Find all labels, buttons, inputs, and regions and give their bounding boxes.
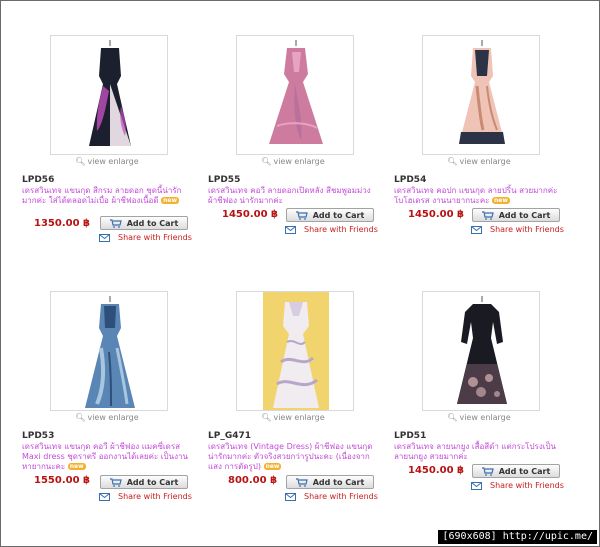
product-code: LP_G471 [208, 431, 252, 441]
cart-icon [481, 210, 494, 220]
view-enlarge-label: view enlarge [87, 413, 139, 422]
page-frame: 🔍︎ view enlarge LPD56 เดรสวินเทจ แขนกุด ส… [0, 0, 600, 547]
share-label: Share with Friends [304, 492, 378, 501]
cart-icon [481, 466, 494, 476]
add-to-cart-label: Add to Cart [312, 210, 365, 220]
product-title-link[interactable]: เดรสวินเทจ แขนกุด สีกรม ลายดอก ชุดนี้น่า… [22, 186, 194, 206]
product-code: LPD54 [394, 175, 427, 185]
view-enlarge-label: view enlarge [87, 157, 139, 166]
add-to-cart-button[interactable]: Add to Cart [100, 216, 188, 230]
share-label: Share with Friends [490, 481, 564, 490]
view-enlarge-label: view enlarge [273, 157, 325, 166]
add-to-cart-button[interactable]: Add to Cart [286, 208, 374, 222]
add-to-cart-label: Add to Cart [126, 218, 179, 228]
product-price: 1450.00 ฿ [222, 209, 278, 220]
cart-icon [109, 218, 122, 228]
magnifier-icon: 🔍︎ [75, 157, 86, 166]
share-label: Share with Friends [118, 233, 192, 242]
share-label: Share with Friends [118, 492, 192, 501]
product-price: 1450.00 ฿ [408, 465, 464, 476]
new-badge: new [161, 197, 179, 204]
new-badge: new [492, 197, 510, 204]
product-code: LPD55 [208, 175, 241, 185]
magnifier-icon: 🔍︎ [75, 413, 86, 422]
add-to-cart-button[interactable]: Add to Cart [472, 208, 560, 222]
product-price: 800.00 ฿ [228, 475, 278, 486]
image-host-watermark: [690x608] http://upic.me/ [438, 530, 597, 544]
share-with-friends-link[interactable]: Share with Friends [471, 481, 564, 490]
product-title-link[interactable]: เดรสวินเทจ แขนกุด คอวี ผ้าชีฟอง แมคซี่เด… [22, 442, 194, 472]
view-enlarge-label: view enlarge [273, 413, 325, 422]
product-title-link[interactable]: เดรสวินเทจ คอวี ลายดอกเปิดหลัง สีชมพูอมม… [208, 186, 380, 206]
share-label: Share with Friends [304, 225, 378, 234]
add-to-cart-label: Add to Cart [126, 477, 179, 487]
view-enlarge-link[interactable]: 🔍︎ view enlarge [394, 157, 564, 166]
share-with-friends-link[interactable]: Share with Friends [285, 492, 378, 501]
product-title-link[interactable]: เดรสวินเทจ ลายนกยูง เสื้อสีดำ แต่กระโปรง… [394, 442, 566, 462]
mail-icon [99, 492, 110, 501]
product-image[interactable] [50, 291, 168, 411]
product-image[interactable] [236, 291, 354, 411]
product-image[interactable] [422, 291, 540, 411]
product-image[interactable] [422, 35, 540, 155]
mail-icon [285, 492, 296, 501]
magnifier-icon: 🔍︎ [447, 157, 458, 166]
new-badge: new [263, 463, 282, 470]
share-with-friends-link[interactable]: Share with Friends [99, 492, 192, 501]
product-price: 1450.00 ฿ [408, 209, 464, 220]
mail-icon [99, 233, 110, 242]
product-code: LPD56 [22, 175, 55, 185]
add-to-cart-label: Add to Cart [312, 477, 365, 487]
share-with-friends-link[interactable]: Share with Friends [471, 225, 564, 234]
product-title-text: เดรสวินเทจ แขนกุด สีกรม ลายดอก ชุดนี้น่า… [22, 186, 182, 205]
product-title-text: เดรสวินเทจ แขนกุด คอวี ผ้าชีฟอง แมคซี่เด… [22, 442, 188, 471]
product-title-link[interactable]: เดรสวินเทจ (Vintage Dress) ผ้าชีฟอง แขนก… [208, 442, 380, 472]
product-title-text: เดรสวินเทจ (Vintage Dress) ผ้าชีฟอง แขนก… [208, 442, 373, 471]
add-to-cart-button[interactable]: Add to Cart [100, 475, 188, 489]
view-enlarge-link[interactable]: 🔍︎ view enlarge [22, 157, 192, 166]
product-title-text: เดรสวินเทจ คอปก แขนกุด ลายปริ้น สวยมากค่… [394, 186, 558, 205]
magnifier-icon: 🔍︎ [261, 413, 272, 422]
product-image[interactable] [50, 35, 168, 155]
product-title-text: เดรสวินเทจ ลายนกยูง เสื้อสีดำ แต่กระโปรง… [394, 442, 557, 461]
product-price: 1550.00 ฿ [34, 475, 90, 486]
product-image[interactable] [236, 35, 354, 155]
magnifier-icon: 🔍︎ [447, 413, 458, 422]
add-to-cart-label: Add to Cart [498, 210, 551, 220]
product-title-text: เดรสวินเทจ คอวี ลายดอกเปิดหลัง สีชมพูอมม… [208, 186, 371, 205]
share-with-friends-link[interactable]: Share with Friends [99, 233, 192, 242]
product-price: 1350.00 ฿ [34, 218, 90, 229]
cart-icon [295, 210, 308, 220]
cart-icon [295, 477, 308, 487]
magnifier-icon: 🔍︎ [261, 157, 272, 166]
product-grid: 🔍︎ view enlarge LPD56 เดรสวินเทจ แขนกุด ส… [1, 1, 600, 531]
share-with-friends-link[interactable]: Share with Friends [285, 225, 378, 234]
product-code: LPD51 [394, 431, 427, 441]
cart-icon [109, 477, 122, 487]
view-enlarge-label: view enlarge [459, 157, 511, 166]
product-title-link[interactable]: เดรสวินเทจ คอปก แขนกุด ลายปริ้น สวยมากค่… [394, 186, 566, 206]
add-to-cart-label: Add to Cart [498, 466, 551, 476]
view-enlarge-link[interactable]: 🔍︎ view enlarge [22, 413, 192, 422]
product-code: LPD53 [22, 431, 55, 441]
view-enlarge-link[interactable]: 🔍︎ view enlarge [208, 157, 378, 166]
view-enlarge-link[interactable]: 🔍︎ view enlarge [394, 413, 564, 422]
new-badge: new [67, 463, 86, 470]
add-to-cart-button[interactable]: Add to Cart [286, 475, 374, 489]
mail-icon [471, 481, 482, 490]
view-enlarge-label: view enlarge [459, 413, 511, 422]
add-to-cart-button[interactable]: Add to Cart [472, 464, 560, 478]
mail-icon [285, 225, 296, 234]
view-enlarge-link[interactable]: 🔍︎ view enlarge [208, 413, 378, 422]
mail-icon [471, 225, 482, 234]
share-label: Share with Friends [490, 225, 564, 234]
